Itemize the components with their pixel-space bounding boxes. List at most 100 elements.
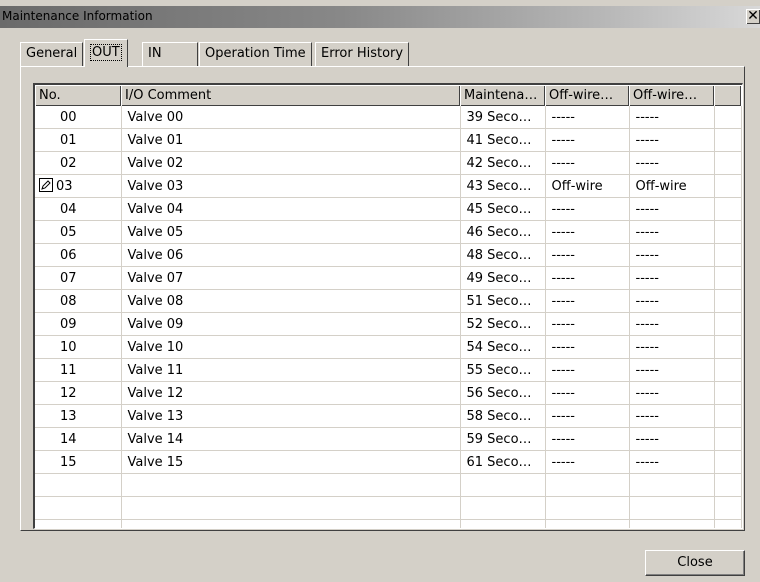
table-row[interactable]: 10 Valve 10 54 Seco… ----- ----- bbox=[35, 335, 742, 359]
close-button[interactable]: Close bbox=[645, 550, 745, 576]
cell-extra bbox=[714, 220, 742, 244]
cell-extra bbox=[714, 106, 742, 129]
table-row[interactable]: 05 Valve 05 46 Seco… ----- ----- bbox=[35, 220, 742, 244]
cell-no bbox=[35, 473, 122, 497]
cell-off-wire-1: ----- bbox=[545, 335, 630, 359]
cell-maintenance: 58 Seco… bbox=[460, 404, 546, 428]
cell-io-comment: Valve 14 bbox=[121, 427, 461, 451]
cell-off-wire-1: ----- bbox=[545, 197, 630, 221]
cell-extra bbox=[714, 427, 742, 451]
cell-extra bbox=[714, 197, 742, 221]
table-row[interactable]: 03 Valve 03 43 Seco… Off-wire Off-wire bbox=[35, 174, 742, 198]
column-header-io-comment[interactable]: I/O Comment bbox=[121, 85, 460, 106]
column-header-off-wire-1[interactable]: Off-wire… bbox=[545, 85, 629, 106]
output-table[interactable]: No. I/O Comment Maintena… Off-wire… Off-… bbox=[33, 83, 743, 529]
table-row[interactable]: 02 Valve 02 42 Seco… ----- ----- bbox=[35, 151, 742, 175]
cell-io-comment bbox=[121, 496, 461, 520]
table-row[interactable]: 04 Valve 04 45 Seco… ----- ----- bbox=[35, 197, 742, 221]
table-row[interactable] bbox=[35, 496, 742, 520]
table-row[interactable]: 07 Valve 07 49 Seco… ----- ----- bbox=[35, 266, 742, 290]
table-header-row: No. I/O Comment Maintena… Off-wire… Off-… bbox=[35, 85, 741, 106]
row-number: 14 bbox=[60, 431, 77, 447]
row-number: 05 bbox=[60, 224, 77, 240]
cell-off-wire-1: ----- bbox=[545, 243, 630, 267]
table-row[interactable]: 00 Valve 00 39 Seco… ----- ----- bbox=[35, 106, 742, 129]
table-row[interactable]: 01 Valve 01 41 Seco… ----- ----- bbox=[35, 128, 742, 152]
cell-no: 06 bbox=[35, 243, 122, 267]
tab-general[interactable]: General bbox=[20, 42, 84, 66]
maintenance-info-dialog: Maintenance Information ✕ General OUT IN… bbox=[0, 0, 760, 582]
cell-off-wire-1: ----- bbox=[545, 289, 630, 313]
tab-out[interactable]: OUT bbox=[84, 39, 128, 67]
cell-extra bbox=[714, 473, 742, 497]
row-number: 09 bbox=[60, 316, 77, 332]
tab-operation-time[interactable]: Operation Time bbox=[199, 42, 312, 66]
cell-maintenance: 51 Seco… bbox=[460, 289, 546, 313]
cell-off-wire-2: ----- bbox=[629, 404, 715, 428]
cell-maintenance bbox=[460, 519, 546, 528]
column-header-no[interactable]: No. bbox=[35, 85, 121, 106]
cell-maintenance: 56 Seco… bbox=[460, 381, 546, 405]
row-number: 08 bbox=[60, 293, 77, 309]
cell-maintenance: 43 Seco… bbox=[460, 174, 546, 198]
column-header-maintenance[interactable]: Maintena… bbox=[460, 85, 545, 106]
cell-no: 00 bbox=[35, 106, 122, 129]
cell-extra bbox=[714, 243, 742, 267]
cell-no: 07 bbox=[35, 266, 122, 290]
cell-off-wire-1: ----- bbox=[545, 106, 630, 129]
cell-off-wire-2: ----- bbox=[629, 151, 715, 175]
table-row[interactable]: 06 Valve 06 48 Seco… ----- ----- bbox=[35, 243, 742, 267]
cell-extra bbox=[714, 450, 742, 474]
cell-off-wire-1: ----- bbox=[545, 151, 630, 175]
close-window-icon[interactable]: ✕ bbox=[746, 9, 760, 24]
cell-off-wire-2: ----- bbox=[629, 450, 715, 474]
table-row[interactable]: 08 Valve 08 51 Seco… ----- ----- bbox=[35, 289, 742, 313]
cell-extra bbox=[714, 381, 742, 405]
cell-maintenance bbox=[460, 496, 546, 520]
table-row[interactable]: 11 Valve 11 55 Seco… ----- ----- bbox=[35, 358, 742, 382]
cell-off-wire-1: ----- bbox=[545, 312, 630, 336]
cell-io-comment: Valve 05 bbox=[121, 220, 461, 244]
cell-extra bbox=[714, 312, 742, 336]
row-number: 07 bbox=[60, 270, 77, 286]
table-row[interactable]: 09 Valve 09 52 Seco… ----- ----- bbox=[35, 312, 742, 336]
table-row[interactable]: 14 Valve 14 59 Seco… ----- ----- bbox=[35, 427, 742, 451]
table-row[interactable]: 13 Valve 13 58 Seco… ----- ----- bbox=[35, 404, 742, 428]
cell-off-wire-2 bbox=[629, 473, 715, 497]
table-row[interactable]: 12 Valve 12 56 Seco… ----- ----- bbox=[35, 381, 742, 405]
cell-off-wire-1: ----- bbox=[545, 128, 630, 152]
cell-io-comment: Valve 13 bbox=[121, 404, 461, 428]
row-number: 06 bbox=[60, 247, 77, 263]
cell-off-wire-2: ----- bbox=[629, 335, 715, 359]
cell-io-comment: Valve 04 bbox=[121, 197, 461, 221]
table-row[interactable] bbox=[35, 519, 742, 528]
cell-io-comment: Valve 11 bbox=[121, 358, 461, 382]
cell-no: 12 bbox=[35, 381, 122, 405]
row-number: 12 bbox=[60, 385, 77, 401]
cell-no bbox=[35, 496, 122, 520]
cell-off-wire-2: ----- bbox=[629, 381, 715, 405]
cell-no: 10 bbox=[35, 335, 122, 359]
cell-off-wire-1 bbox=[545, 496, 630, 520]
cell-io-comment: Valve 15 bbox=[121, 450, 461, 474]
row-number: 03 bbox=[56, 179, 73, 194]
window-title: Maintenance Information bbox=[2, 9, 153, 23]
table-row[interactable]: 15 Valve 15 61 Seco… ----- ----- bbox=[35, 450, 742, 474]
cell-no: 03 bbox=[35, 174, 122, 198]
table-row[interactable] bbox=[35, 473, 742, 497]
cell-off-wire-1 bbox=[545, 473, 630, 497]
tab-error-history[interactable]: Error History bbox=[315, 42, 410, 66]
cell-no: 02 bbox=[35, 151, 122, 175]
tab-in[interactable]: IN bbox=[142, 42, 198, 66]
column-header-off-wire-2[interactable]: Off-wire… bbox=[629, 85, 714, 106]
cell-io-comment: Valve 00 bbox=[121, 106, 461, 129]
tab-operation-time-label: Operation Time bbox=[205, 46, 306, 61]
cell-maintenance: 42 Seco… bbox=[460, 151, 546, 175]
row-number: 10 bbox=[60, 339, 77, 355]
cell-no: 13 bbox=[35, 404, 122, 428]
cell-no: 15 bbox=[35, 450, 122, 474]
column-header-extra[interactable] bbox=[714, 85, 741, 106]
tab-general-label: General bbox=[26, 46, 78, 61]
cell-maintenance: 46 Seco… bbox=[460, 220, 546, 244]
cell-off-wire-2: ----- bbox=[629, 289, 715, 313]
